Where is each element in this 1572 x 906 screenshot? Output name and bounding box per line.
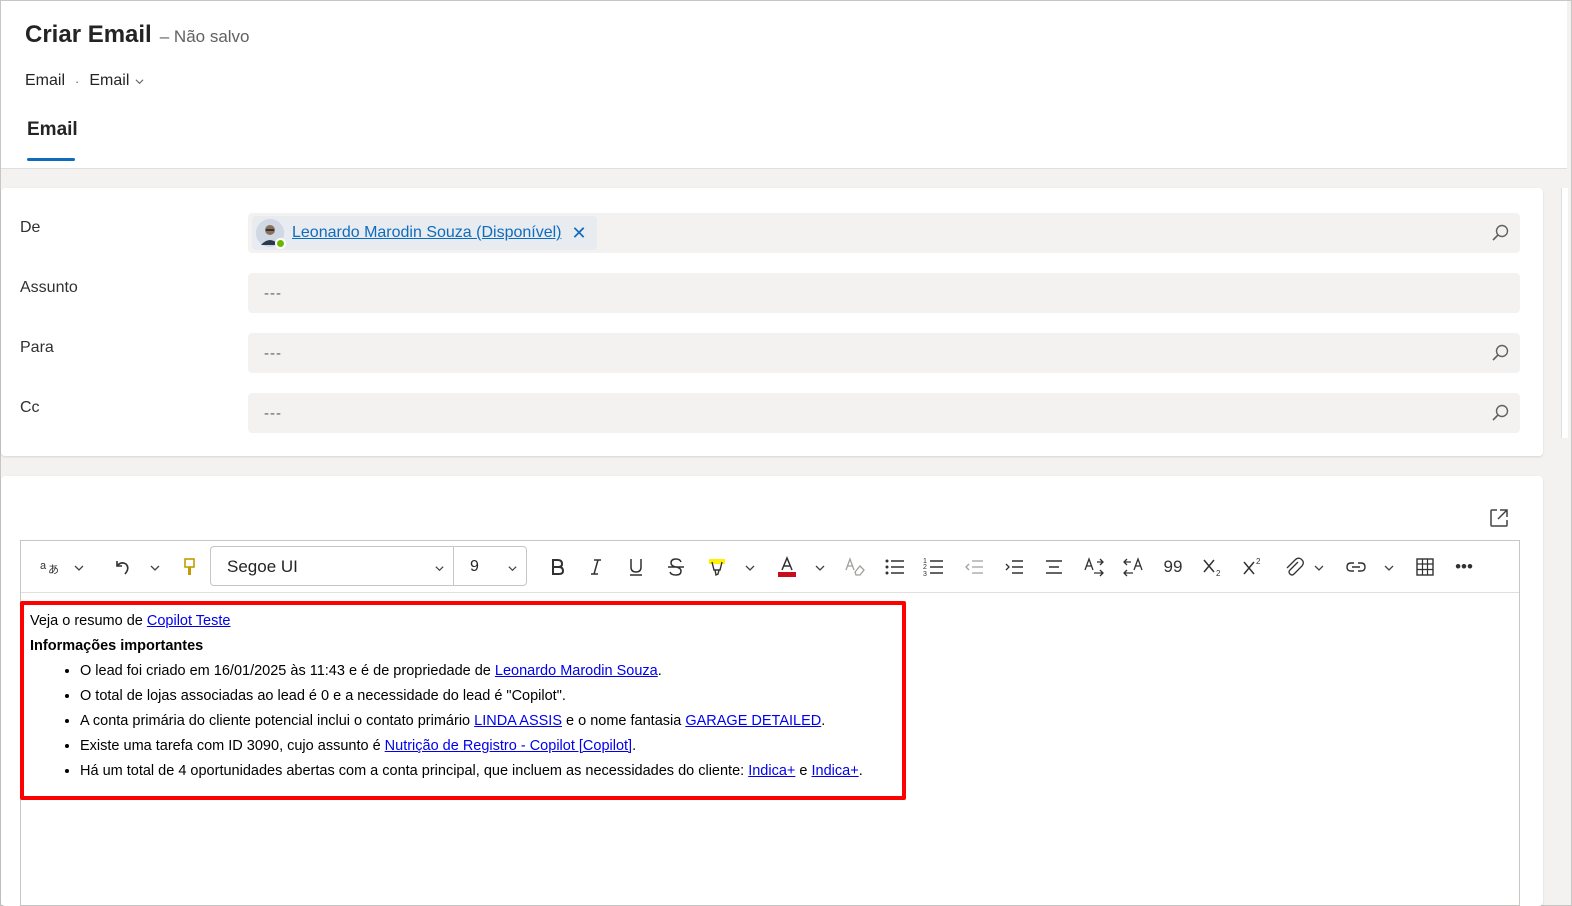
highlight-icon[interactable] [705,555,729,579]
chevron-down-icon[interactable] [814,562,826,574]
link-icon[interactable] [1344,555,1368,579]
more-options-icon[interactable]: ••• [1452,555,1476,579]
underline-icon[interactable] [624,555,648,579]
strikethrough-icon[interactable] [664,555,688,579]
svg-text:あ: あ [48,563,59,576]
subject-value: --- [264,285,282,302]
bold-icon[interactable] [545,555,569,579]
breadcrumb: Email · Email [25,72,144,90]
side-panel-edge [1561,188,1568,438]
font-family-select[interactable]: Segoe UI [210,546,453,586]
to-field[interactable]: --- [248,333,1520,373]
popout-icon[interactable] [1488,507,1510,529]
breadcrumb-separator: · [75,73,80,89]
svg-text:2: 2 [923,564,927,571]
table-icon[interactable] [1413,555,1437,579]
cc-label: Cc [20,399,40,416]
save-status: – Não salvo [159,27,250,46]
title-row: Criar Email – Não salvo [25,21,250,49]
font-size-select[interactable]: 9 [453,546,527,586]
numbered-list-icon[interactable]: 123 [922,555,946,579]
font-size-value: 9 [470,558,479,575]
chevron-down-icon[interactable] [1383,562,1395,574]
chevron-down-icon[interactable] [149,562,161,574]
quote-icon[interactable]: 99 [1161,555,1185,579]
form-selector[interactable]: Email [89,72,129,90]
svg-text:2: 2 [1256,557,1261,566]
font-color-icon[interactable] [775,555,799,579]
format-painter-icon[interactable] [177,555,201,579]
subject-label: Assunto [20,279,78,296]
sender-chip[interactable]: Leonardo Marodin Souza (Disponível) ✕ [252,216,597,250]
rtl-text-icon[interactable] [1121,555,1145,579]
sender-name-link[interactable]: Leonardo Marodin Souza (Disponível) [292,224,561,242]
proofing-icon[interactable]: aあ [38,555,62,579]
highlight-box [20,601,906,800]
ltr-text-icon[interactable] [1082,555,1106,579]
bullet-list-icon[interactable] [883,555,907,579]
tab-active-indicator [27,158,75,161]
avatar [256,219,286,249]
chevron-down-icon[interactable] [135,77,144,86]
decrease-indent-icon[interactable] [962,555,986,579]
from-label: De [20,219,41,236]
font-family-value: Segoe UI [227,557,298,576]
svg-text:a: a [40,560,47,572]
svg-text:3: 3 [923,571,927,578]
breadcrumb-entity: Email [25,72,66,89]
undo-icon[interactable] [110,555,134,579]
chevron-down-icon [435,566,444,572]
chevron-down-icon[interactable] [73,562,85,574]
chevron-down-icon [508,566,517,572]
cc-field[interactable]: --- [248,393,1520,433]
svg-text:2: 2 [1216,569,1221,578]
remove-sender-icon[interactable]: ✕ [571,224,586,242]
align-center-icon[interactable] [1042,555,1066,579]
chevron-down-icon[interactable] [1313,562,1325,574]
cc-value: --- [264,405,282,422]
editor-toolbar: aあ Segoe UI 9 1 2 3 99 2 2 ••• [21,541,1519,593]
to-label: Para [20,339,54,356]
tab-email[interactable]: Email [27,119,78,141]
search-icon[interactable] [1490,223,1510,243]
to-value: --- [264,345,282,362]
attach-icon[interactable] [1282,555,1306,579]
presence-available-icon [275,238,286,249]
form-header: Criar Email – Não salvo Email · Email Em… [1,1,1567,169]
superscript-icon[interactable]: 2 [1241,555,1265,579]
search-icon[interactable] [1490,403,1510,423]
italic-icon[interactable] [584,555,608,579]
search-icon[interactable] [1490,343,1510,363]
page-title: Criar Email [25,21,152,48]
increase-indent-icon[interactable] [1002,555,1026,579]
clear-format-icon[interactable] [843,555,867,579]
subject-input[interactable]: --- [248,273,1520,313]
email-fields-card: De Leonardo Marodin Souza (Disponível) ✕… [1,188,1543,456]
subscript-icon[interactable]: 2 [1201,555,1225,579]
from-field[interactable]: Leonardo Marodin Souza (Disponível) ✕ [248,213,1520,253]
chevron-down-icon[interactable] [744,562,756,574]
